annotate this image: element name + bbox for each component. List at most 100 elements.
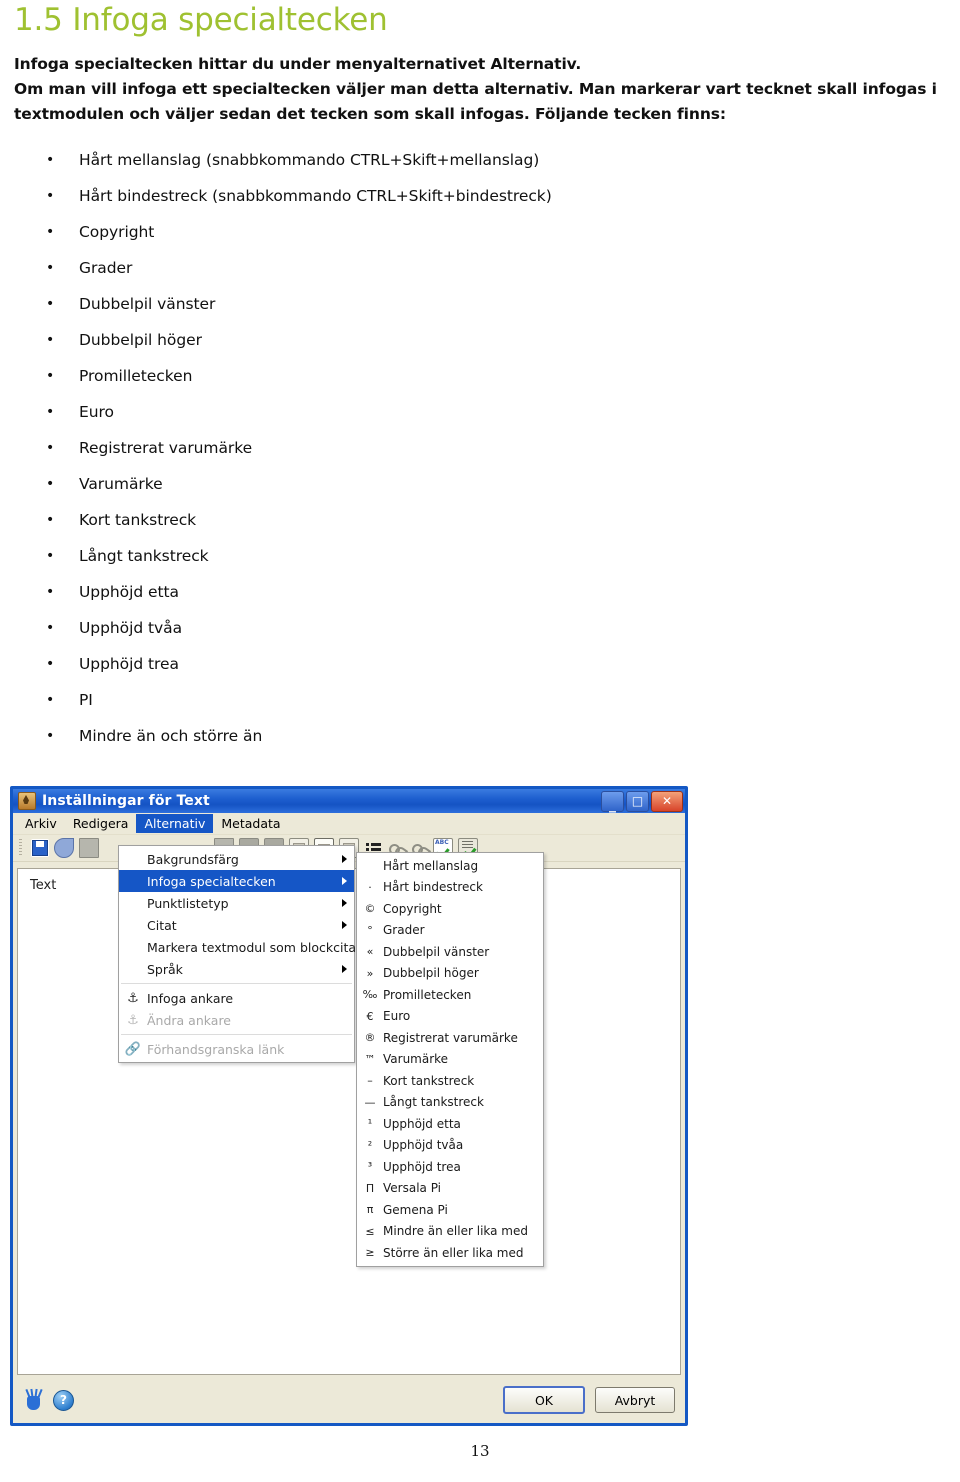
submenu-item-upphojd-trea[interactable]: ³ Upphöjd trea <box>357 1156 543 1178</box>
menu-separator <box>121 1034 352 1035</box>
dialog-menubar: Arkiv Redigera Alternativ Metadata <box>13 813 685 835</box>
submenu-item-label: Registrerat varumärke <box>383 1030 518 1045</box>
submenu-item-dubbelpil-vanster[interactable]: « Dubbelpil vänster <box>357 941 543 963</box>
submenu-item-label: Mindre än eller lika med <box>383 1224 528 1239</box>
submenu-item-kort-tankstreck[interactable]: – Kort tankstreck <box>357 1070 543 1092</box>
close-button[interactable]: ✕ <box>651 790 683 812</box>
chevron-right-icon <box>342 899 347 907</box>
window-controls: _ □ ✕ <box>601 790 683 813</box>
submenu-item-grader[interactable]: ° Grader <box>357 920 543 942</box>
submenu-item-mindre-an-eller-lika-med[interactable]: ≤ Mindre än eller lika med <box>357 1221 543 1243</box>
close-icon: ✕ <box>661 794 673 808</box>
menu-item-label: Markera textmodul som blockcitat <box>147 939 361 955</box>
menu-item-label: Infoga ankare <box>147 990 234 1006</box>
sign-language-icon[interactable] <box>23 1388 45 1412</box>
list-item: Euro <box>0 394 700 430</box>
menu-item-sprak[interactable]: Språk <box>119 958 354 980</box>
page-number: 13 <box>470 1442 490 1460</box>
help-icon[interactable] <box>53 1389 74 1411</box>
permille-icon: ‰ <box>362 988 378 1002</box>
intro-paragraph: Infoga specialtecken hittar du under men… <box>14 52 960 127</box>
menu-item-infoga-ankare[interactable]: ⚓ Infoga ankare <box>119 987 354 1009</box>
menubar-item-metadata[interactable]: Metadata <box>213 814 288 833</box>
submenu-item-label: Upphöjd etta <box>383 1116 461 1131</box>
menubar-item-alternativ[interactable]: Alternativ <box>136 814 214 833</box>
less-than-or-equal-icon: ≤ <box>365 1224 375 1238</box>
submenu-item-label: Hårt mellanslag <box>383 858 479 873</box>
list-item: PI <box>0 682 700 718</box>
capital-pi-icon: Π <box>365 1181 375 1195</box>
submenu-item-promilletecken[interactable]: ‰ Promilletecken <box>357 984 543 1006</box>
superscript-three-icon: ³ <box>367 1160 373 1174</box>
submenu-item-euro[interactable]: € Euro <box>357 1006 543 1028</box>
submenu-item-upphojd-tvaa[interactable]: ² Upphöjd tvåa <box>357 1135 543 1157</box>
submenu-item-label: Upphöjd trea <box>383 1159 461 1174</box>
dialog-titlebar: Inställningar för Text _ □ ✕ <box>13 789 685 813</box>
en-dash-icon: – <box>367 1074 373 1088</box>
copy-icon[interactable] <box>79 838 99 858</box>
submenu-item-label: Dubbelpil vänster <box>383 944 490 959</box>
save-icon[interactable] <box>31 839 49 857</box>
submenu-item-hart-bindestreck[interactable]: ‧ Hårt bindestreck <box>357 877 543 899</box>
list-item: Registrerat varumärke <box>0 430 700 466</box>
ok-button[interactable]: OK <box>503 1386 585 1414</box>
list-item: Upphöjd etta <box>0 574 700 610</box>
special-characters-list: Hårt mellanslag (snabbkommando CTRL+Skif… <box>0 142 700 754</box>
registered-icon: ® <box>364 1031 376 1045</box>
special-characters-submenu: Hårt mellanslag ‧ Hårt bindestreck © Cop… <box>356 852 544 1267</box>
submenu-item-storre-an-eller-lika-med[interactable]: ≥ Större än eller lika med <box>357 1242 543 1264</box>
list-item: Grader <box>0 250 700 286</box>
menubar-item-arkiv[interactable]: Arkiv <box>17 814 65 833</box>
submenu-item-dubbelpil-hoger[interactable]: » Dubbelpil höger <box>357 963 543 985</box>
chevron-right-icon <box>342 877 347 885</box>
menubar-item-redigera[interactable]: Redigera <box>65 814 137 833</box>
alternativ-dropdown-menu: Bakgrundsfärg Infoga specialtecken Punkt… <box>118 845 361 1063</box>
list-item: Dubbelpil vänster <box>0 286 700 322</box>
small-pi-icon: π <box>366 1203 374 1217</box>
dialog-title: Inställningar för Text <box>42 793 210 809</box>
submenu-item-label: Versala Pi <box>383 1181 442 1196</box>
submenu-item-label: Hårt bindestreck <box>383 880 483 895</box>
submenu-item-label: Gemena Pi <box>383 1202 448 1217</box>
maximize-button[interactable]: □ <box>626 790 649 812</box>
submenu-item-registrerat-varumarke[interactable]: ® Registrerat varumärke <box>357 1027 543 1049</box>
menu-item-punktlistetyp[interactable]: Punktlistetyp <box>119 892 354 914</box>
menu-item-label: Citat <box>147 917 177 933</box>
menu-item-infoga-specialtecken[interactable]: Infoga specialtecken <box>119 870 354 892</box>
list-item: Kort tankstreck <box>0 502 700 538</box>
submenu-item-label: Kort tankstreck <box>383 1073 475 1088</box>
menu-item-citat[interactable]: Citat <box>119 914 354 936</box>
menu-item-label: Punktlistetyp <box>147 895 229 911</box>
menu-item-label: Språk <box>147 961 183 977</box>
cancel-button[interactable]: Avbryt <box>595 1387 675 1413</box>
submenu-item-langt-tankstreck[interactable]: — Långt tankstreck <box>357 1092 543 1114</box>
toolbar-grip[interactable] <box>19 839 22 857</box>
submenu-item-varumarke[interactable]: ™ Varumärke <box>357 1049 543 1071</box>
menu-item-bakgrundsfarg[interactable]: Bakgrundsfärg <box>119 848 354 870</box>
submenu-item-label: Promilletecken <box>383 987 472 1002</box>
list-item: Mindre än och större än <box>0 718 700 754</box>
menu-item-label: Förhandsgranska länk <box>147 1041 285 1057</box>
list-item: Promilletecken <box>0 358 700 394</box>
anchor-icon: ⚓ <box>127 990 139 1006</box>
intro-line: textmodulen och väljer sedan det tecken … <box>14 105 726 123</box>
menu-separator <box>121 983 352 984</box>
submenu-item-hart-mellanslag[interactable]: Hårt mellanslag <box>357 855 543 877</box>
submenu-item-upphojd-etta[interactable]: ¹ Upphöjd etta <box>357 1113 543 1135</box>
submenu-item-copyright[interactable]: © Copyright <box>357 898 543 920</box>
submenu-item-label: Upphöjd tvåa <box>383 1138 464 1153</box>
list-item: Hårt mellanslag (snabbkommando CTRL+Skif… <box>0 142 700 178</box>
minimize-button[interactable]: _ <box>601 790 624 813</box>
em-dash-icon: — <box>364 1095 376 1109</box>
minimize-icon: _ <box>609 797 616 813</box>
submenu-item-label: Varumärke <box>383 1052 449 1067</box>
list-item: Upphöjd trea <box>0 646 700 682</box>
menu-item-forhandsgranska-lank: 🔗 Förhandsgranska länk <box>119 1038 354 1060</box>
superscript-one-icon: ¹ <box>367 1117 373 1131</box>
submenu-item-versala-pi[interactable]: Π Versala Pi <box>357 1178 543 1200</box>
menu-item-markera-blockcitat[interactable]: Markera textmodul som blockcitat <box>119 936 361 958</box>
submenu-item-gemena-pi[interactable]: π Gemena Pi <box>357 1199 543 1221</box>
cut-icon[interactable] <box>54 838 74 858</box>
superscript-two-icon: ² <box>367 1138 373 1152</box>
hard-hyphen-icon: ‧ <box>368 880 372 894</box>
